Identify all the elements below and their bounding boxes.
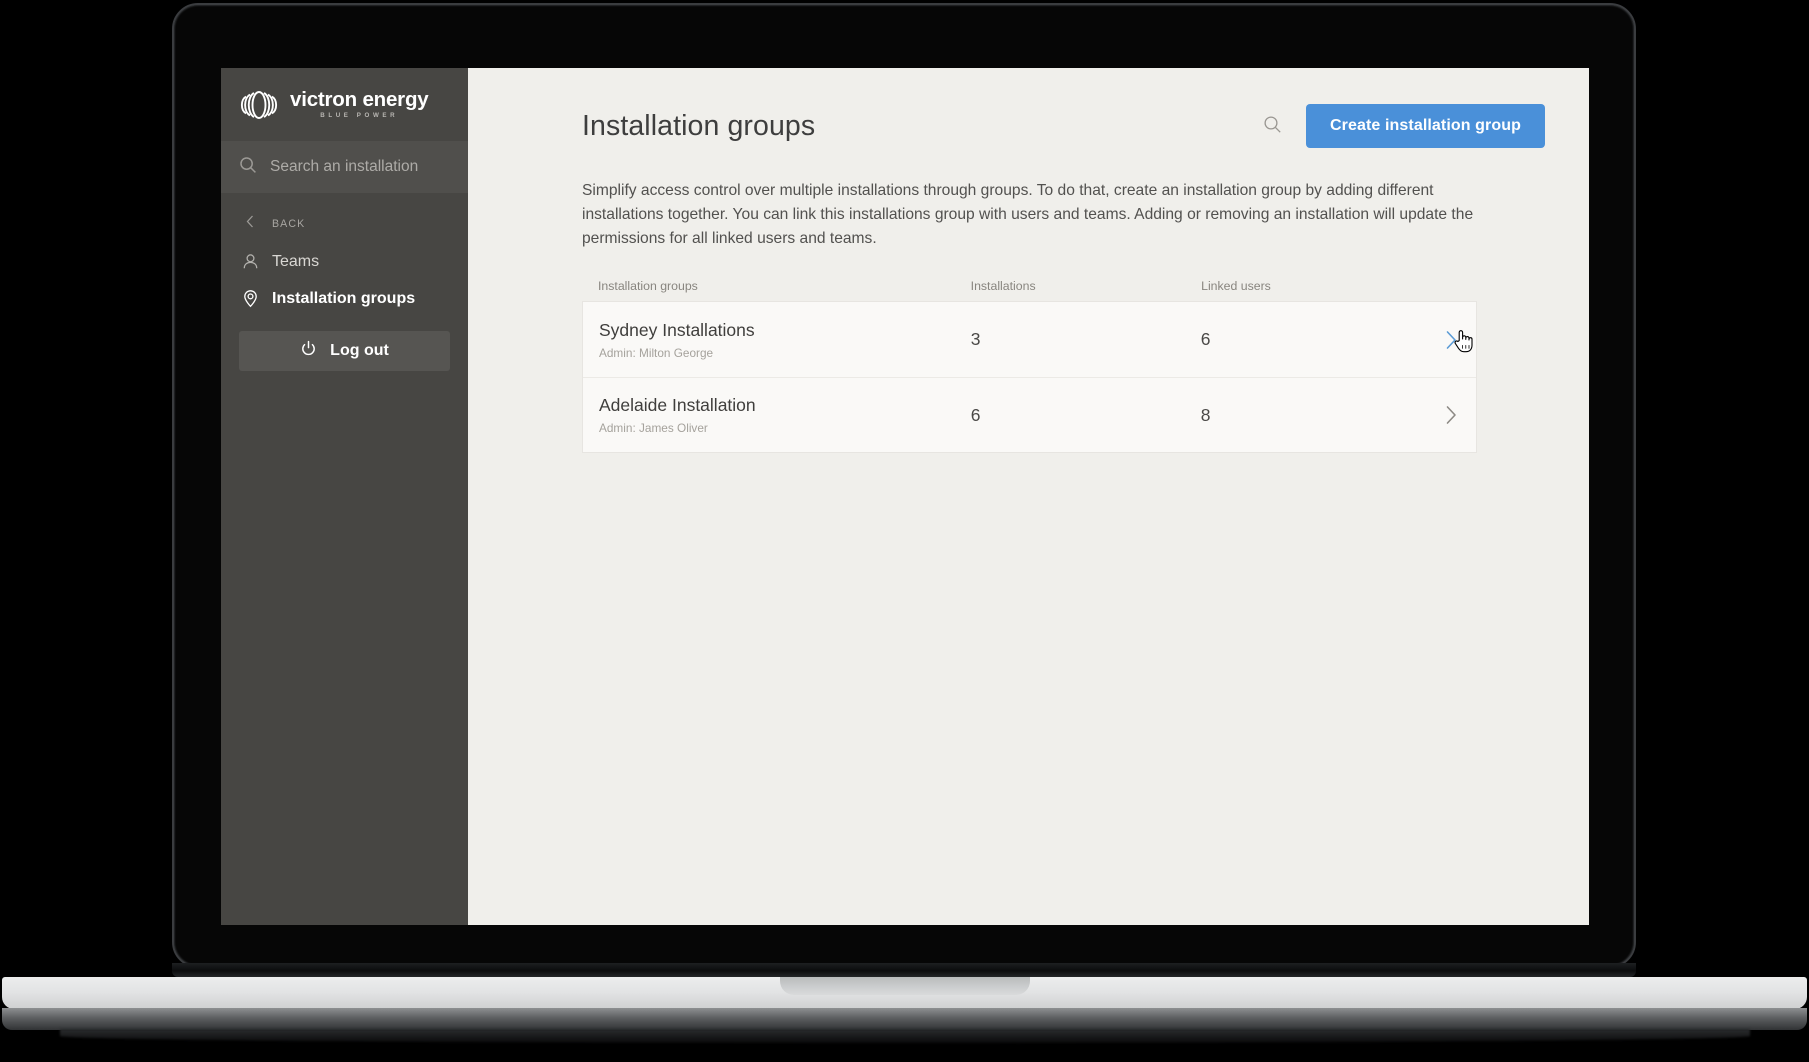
chevron-left-icon [241,212,260,236]
row-open-button[interactable] [1401,329,1460,351]
table-header-row: Installation groups Installations Linked… [582,279,1477,301]
sidebar-back-button[interactable]: BACK [221,205,468,243]
logout-label: Log out [330,342,389,359]
cell-installations: 6 [970,404,981,425]
brand-tagline: BLUE POWER [320,112,399,120]
row-open-button[interactable] [1401,404,1460,426]
power-icon [300,340,317,362]
table-row[interactable]: Adelaide Installation Admin: James Olive… [583,377,1476,452]
search-icon [1263,115,1282,137]
laptop-mockup: victron energy BLUE POWER Search an inst… [0,0,1809,1062]
cell-group: Sydney Installations Admin: Milton Georg… [599,320,971,360]
sidebar-item-installation-groups-label: Installation groups [272,289,416,307]
laptop-foot [2,1008,1807,1030]
column-header-name: Installation groups [598,279,698,293]
laptop-notch [780,977,1030,995]
chevron-right-icon[interactable] [1445,404,1458,426]
sidebar-filler [221,371,468,925]
group-admin-text: Admin: Milton George [599,345,714,360]
map-pin-icon [241,289,260,308]
cell-installations: 3 [970,329,981,349]
column-header-installations: Installations [970,279,1036,293]
installation-groups-table: Installation groups Installations Linked… [582,279,1477,453]
brand-name: victron energy [290,87,429,111]
laptop-shadow [60,1029,1750,1043]
group-admin-text: Admin: James Oliver [599,421,708,435]
logout-button[interactable]: Log out [239,331,450,371]
header-actions: Create installation group [1259,104,1545,148]
page-header: Installation groups Create installation … [582,104,1545,148]
sidebar-search[interactable] [221,141,468,193]
victron-logo-icon [237,88,281,122]
laptop-hinge [172,963,1636,977]
cell-group: Adelaide Installation Admin: James Olive… [599,395,971,435]
browser-viewport: victron energy BLUE POWER Search an inst… [221,68,1589,925]
sidebar-item-installation-groups[interactable]: Installation groups [221,280,468,317]
cell-linked-users: 6 [1200,329,1211,349]
page-description: Simplify access control over multiple in… [582,182,1474,247]
table-row[interactable]: Sydney Installations Admin: Milton Georg… [583,302,1476,377]
search-input[interactable] [270,158,450,176]
search-icon [239,156,257,179]
sidebar: victron energy BLUE POWER Search an inst… [221,68,468,925]
table-body: Sydney Installations Admin: Milton Georg… [582,301,1477,453]
sidebar-back-label: BACK [272,218,306,230]
cell-linked-users: 8 [1200,404,1211,425]
header-search-button[interactable] [1259,111,1286,141]
brand-logo[interactable]: victron energy BLUE POWER [221,68,468,141]
sidebar-item-teams[interactable]: Teams [221,243,468,280]
chevron-right-icon[interactable] [1445,329,1458,351]
logout-wrap: Log out [221,317,468,371]
main-content: Installation groups Create installation … [468,68,1589,925]
group-name: Adelaide Installation [599,395,756,415]
group-name: Sydney Installations [599,319,755,340]
page-title: Installation groups [582,109,816,142]
sidebar-nav: BACK Teams Installation groups [221,193,468,317]
create-installation-group-button[interactable]: Create installation group [1306,104,1545,148]
users-icon [241,252,260,271]
sidebar-item-teams-label: Teams [272,252,320,270]
column-header-linked-users: Linked users [1201,279,1271,293]
